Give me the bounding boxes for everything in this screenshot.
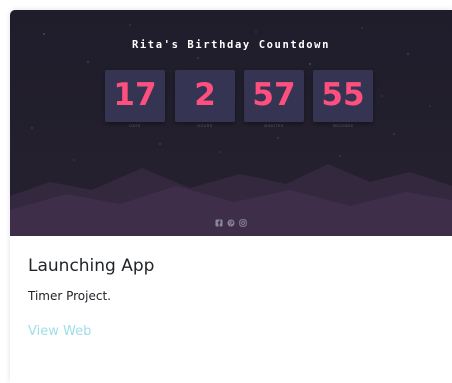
seconds-box: 55 — [313, 70, 373, 122]
view-web-link[interactable]: View Web — [28, 324, 91, 339]
pinterest-icon — [227, 219, 235, 227]
project-description: Timer Project. — [28, 289, 111, 303]
facebook-icon — [215, 219, 223, 227]
countdown-title: Rita's Birthday Countdown — [131, 39, 331, 51]
days-value: 17 — [113, 77, 157, 113]
minutes-box: 57 — [244, 70, 304, 122]
hours-box: 2 — [175, 70, 235, 122]
minutes-label: MINUTES — [264, 124, 284, 128]
seconds-value: 55 — [321, 77, 365, 113]
instagram-icon — [239, 219, 247, 227]
hours-value: 2 — [194, 77, 216, 113]
hours-label: HOURS — [197, 124, 213, 128]
project-title: Launching App — [28, 256, 155, 276]
seconds-label: SECONDS — [332, 124, 354, 128]
project-preview-image: Rita's Birthday Countdown 17 2 57 55 DAY… — [10, 10, 452, 236]
days-label: DAYS — [129, 124, 141, 128]
days-box: 17 — [105, 70, 165, 122]
minutes-value: 57 — [252, 77, 296, 113]
project-card: Rita's Birthday Countdown 17 2 57 55 DAY… — [10, 10, 452, 383]
